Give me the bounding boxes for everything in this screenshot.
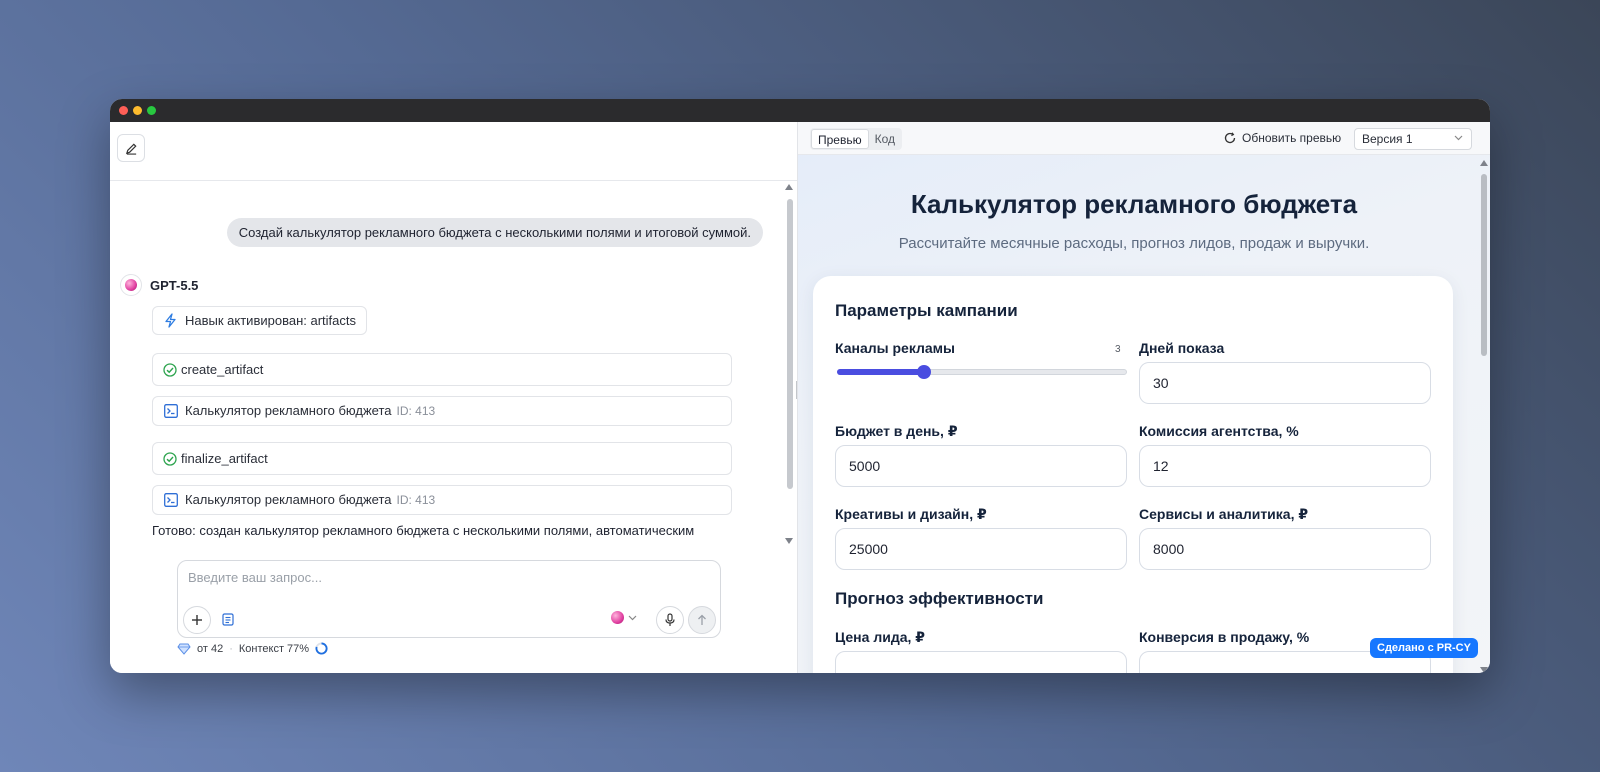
section-title-campaign: Параметры кампании bbox=[835, 301, 1018, 320]
model-avatar bbox=[120, 274, 142, 296]
chat-scrollbar[interactable] bbox=[785, 184, 794, 544]
new-chat-button[interactable] bbox=[117, 134, 145, 162]
tool-call-create[interactable]: create_artifact bbox=[152, 353, 732, 386]
plus-icon bbox=[192, 615, 202, 625]
days-input[interactable] bbox=[1139, 362, 1431, 404]
attach-button[interactable] bbox=[183, 606, 211, 634]
campaign-card: Параметры кампании Каналы рекламы 3 Дней… bbox=[813, 276, 1453, 673]
services-label: Сервисы и аналитика, ₽ bbox=[1139, 506, 1309, 522]
slider-thumb[interactable] bbox=[917, 365, 931, 379]
scroll-up-icon[interactable] bbox=[1480, 160, 1488, 166]
artifact-id: ID: 413 bbox=[396, 404, 436, 418]
lead-price-label: Цена лида, ₽ bbox=[835, 629, 926, 645]
daily-budget-input[interactable] bbox=[835, 445, 1127, 487]
calculator-title: Калькулятор рекламного бюджета bbox=[910, 189, 1358, 219]
chat-pane: Создай калькулятор рекламного бюджета с … bbox=[110, 122, 797, 673]
terminal-icon bbox=[164, 404, 178, 418]
scroll-up-icon[interactable] bbox=[785, 184, 793, 190]
scroll-thumb[interactable] bbox=[1481, 174, 1487, 356]
artifact-id: ID: 413 bbox=[396, 493, 436, 507]
refresh-icon bbox=[1224, 132, 1236, 144]
chevron-down-icon bbox=[628, 615, 637, 620]
refresh-label: Обновить превью bbox=[1242, 131, 1342, 145]
section-title-forecast: Прогноз эффективности bbox=[835, 589, 1044, 608]
agency-fee-label: Комиссия агентства, % bbox=[1139, 423, 1299, 439]
chat-messages: Создай калькулятор рекламного бюджета с … bbox=[110, 182, 797, 553]
assistant-final-text: Готово: создан калькулятор рекламного бю… bbox=[152, 523, 695, 538]
prompt-library-icon[interactable] bbox=[221, 613, 235, 627]
close-window-button[interactable] bbox=[119, 106, 128, 115]
tab-preview[interactable]: Превью bbox=[811, 129, 869, 149]
lightning-icon bbox=[165, 313, 176, 328]
model-name: GPT-5.5 bbox=[150, 277, 199, 293]
model-orb-icon bbox=[125, 279, 137, 291]
tool-name: finalize_artifact bbox=[181, 451, 268, 466]
minimize-window-button[interactable] bbox=[133, 106, 142, 115]
scroll-down-icon[interactable] bbox=[785, 538, 793, 544]
microphone-icon bbox=[665, 613, 675, 626]
artifact-title: Калькулятор рекламного бюджета bbox=[185, 492, 392, 507]
separator: · bbox=[229, 642, 233, 655]
arrow-up-icon bbox=[698, 614, 706, 625]
creatives-input[interactable] bbox=[835, 528, 1127, 570]
scroll-down-icon[interactable] bbox=[1480, 667, 1488, 673]
made-with-badge[interactable]: Сделано с PR-CY bbox=[1370, 638, 1478, 658]
conversion-label: Конверсия в продажу, % bbox=[1139, 629, 1310, 645]
preview-scrollbar[interactable] bbox=[1479, 160, 1489, 673]
artifact-title: Калькулятор рекламного бюджета bbox=[185, 403, 392, 418]
lead-price-input[interactable] bbox=[835, 651, 1127, 673]
tab-code[interactable]: Код bbox=[869, 129, 901, 149]
preview-pane: Превью Код Обновить превью Версия 1 Каль… bbox=[798, 122, 1490, 673]
chat-toolbar bbox=[110, 122, 797, 181]
check-circle-icon bbox=[163, 452, 177, 466]
creatives-label: Креативы и дизайн, ₽ bbox=[835, 506, 987, 522]
refresh-preview-button[interactable]: Обновить превью bbox=[1224, 131, 1341, 145]
scroll-thumb[interactable] bbox=[787, 199, 793, 489]
preview-toolbar: Превью Код Обновить превью Версия 1 bbox=[798, 122, 1490, 155]
channels-label: Каналы рекламы bbox=[835, 340, 955, 356]
model-header: GPT-5.5 bbox=[120, 274, 198, 296]
model-orb-icon bbox=[611, 611, 624, 624]
version-select[interactable]: Версия 1 bbox=[1354, 128, 1472, 150]
send-button[interactable] bbox=[688, 606, 716, 634]
slider-fill bbox=[837, 369, 924, 375]
agency-fee-input[interactable] bbox=[1139, 445, 1431, 487]
context-progress-icon bbox=[315, 642, 328, 655]
composer-status: от 42 · Контекст 77% bbox=[177, 642, 328, 655]
preview-tabs: Превью Код bbox=[810, 128, 903, 150]
artifact-link-2[interactable]: Калькулятор рекламного бюджета ID: 413 bbox=[152, 485, 732, 515]
diamond-icon bbox=[177, 643, 191, 655]
prompt-input[interactable] bbox=[188, 567, 688, 587]
maximize-window-button[interactable] bbox=[147, 106, 156, 115]
artifact-link-1[interactable]: Калькулятор рекламного бюджета ID: 413 bbox=[152, 396, 732, 426]
composer bbox=[177, 560, 721, 638]
model-selector[interactable] bbox=[611, 611, 637, 624]
check-circle-icon bbox=[163, 363, 177, 377]
window-titlebar bbox=[110, 99, 1490, 122]
user-message: Создай калькулятор рекламного бюджета с … bbox=[226, 218, 763, 247]
channels-slider[interactable] bbox=[835, 365, 1127, 379]
version-value: Версия 1 bbox=[1362, 132, 1413, 146]
app-window: Создай калькулятор рекламного бюджета с … bbox=[110, 99, 1490, 673]
voice-input-button[interactable] bbox=[656, 606, 684, 634]
pencil-icon bbox=[125, 142, 137, 155]
context-text: Контекст 77% bbox=[238, 642, 310, 655]
tool-call-finalize[interactable]: finalize_artifact bbox=[152, 442, 732, 475]
skill-chip: Навык активирован: artifacts bbox=[152, 306, 367, 335]
calculator-subtitle: Рассчитайте месячные расходы, прогноз ли… bbox=[898, 235, 1370, 252]
daily-budget-label: Бюджет в день, ₽ bbox=[835, 423, 958, 439]
skill-label: Навык активирован: artifacts bbox=[185, 313, 356, 328]
services-input[interactable] bbox=[1139, 528, 1431, 570]
days-label: Дней показа bbox=[1139, 340, 1225, 356]
channels-value: 3 bbox=[1115, 344, 1121, 355]
tool-name: create_artifact bbox=[181, 362, 264, 377]
terminal-icon bbox=[164, 493, 178, 507]
credits-text: от 42 bbox=[197, 642, 224, 655]
chevron-down-icon bbox=[1454, 135, 1463, 141]
